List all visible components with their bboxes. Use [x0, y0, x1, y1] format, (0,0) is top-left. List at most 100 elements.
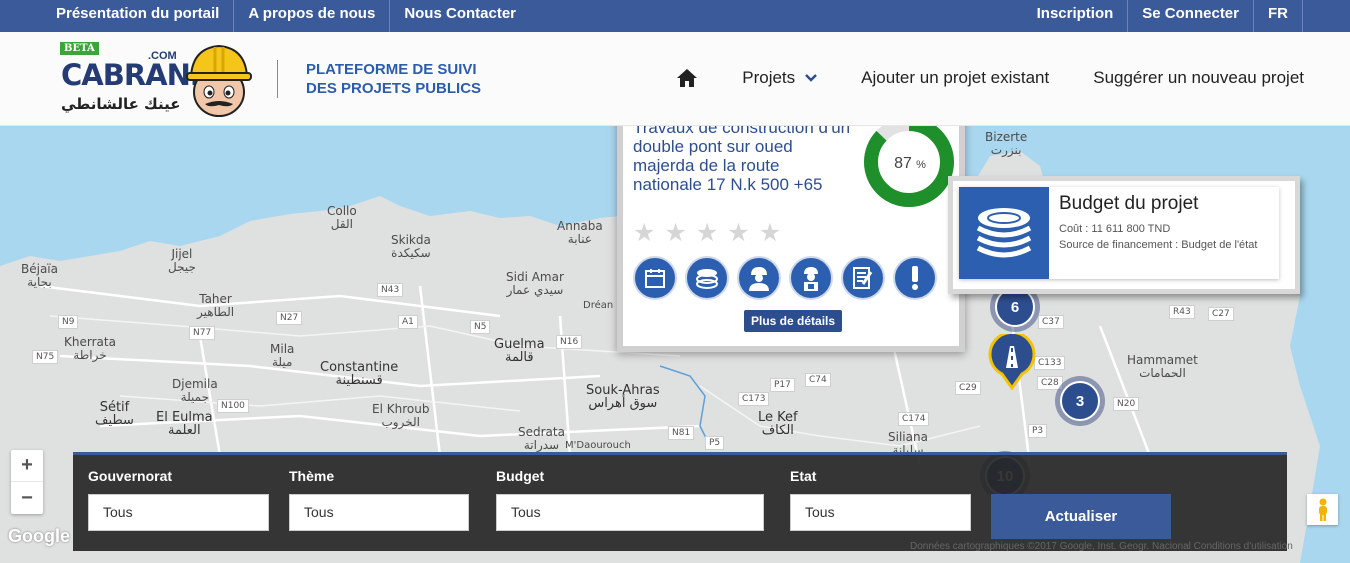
road-label: C174: [898, 412, 930, 426]
map-label-mila: Mila ميلة: [270, 342, 295, 369]
project-title[interactable]: Travaux de construction d'un double pont…: [633, 126, 853, 194]
header-divider: [277, 60, 278, 98]
road-label: P3: [1028, 424, 1048, 438]
link-about[interactable]: A propos de nous: [234, 0, 391, 32]
link-contact[interactable]: Nous Contacter: [390, 0, 530, 32]
map-label-elkhroub: El Khroub الخروب: [372, 402, 430, 429]
star-icon[interactable]: ★: [664, 218, 686, 248]
road-label: C133: [1034, 356, 1066, 370]
nav-add-project[interactable]: Ajouter un projet existant: [861, 68, 1049, 88]
map-label-djemila: Djemila جميلة: [172, 377, 218, 404]
progress-unit: %: [916, 159, 926, 171]
map-credits[interactable]: Données cartographiques ©2017 Google, In…: [910, 541, 1293, 552]
map-label-bizerte: Bizerte بنزرت: [985, 130, 1028, 157]
road-label: N16: [556, 335, 583, 349]
road-label: C37: [1038, 315, 1064, 329]
label-gouvernorat: Gouvernorat: [88, 468, 173, 484]
top-bar: Présentation du portail A propos de nous…: [0, 0, 1350, 32]
chevron-down-icon: [805, 74, 818, 82]
cluster-count: 3: [1060, 381, 1100, 421]
map-label-taher: Taher الطاهير: [197, 292, 235, 319]
google-logo: Google: [8, 526, 70, 546]
select-gouvernorat[interactable]: Tous: [88, 494, 269, 531]
engineer-icon[interactable]: [737, 256, 781, 300]
map-label-eleulma: El Eulma العلمة: [156, 410, 213, 438]
map-label-skikda: Skikda سكيكدة: [391, 233, 431, 260]
road-label: N9: [58, 315, 79, 329]
nav-suggest-project[interactable]: Suggérer un nouveau projet: [1093, 68, 1304, 88]
star-icon[interactable]: ★: [696, 218, 718, 248]
project-popup: Travaux de construction d'un double pont…: [617, 126, 965, 352]
map-label-bejaia: Béjaïa بجاية: [21, 262, 58, 289]
road-label: C27: [1208, 307, 1234, 321]
road-label: N27: [276, 311, 303, 325]
map-cluster[interactable]: 3: [1055, 376, 1105, 426]
coins-icon[interactable]: [685, 256, 729, 300]
star-icon[interactable]: ★: [633, 218, 655, 248]
coins-icon: [959, 187, 1049, 279]
report-icon[interactable]: [841, 256, 885, 300]
map-label-lekef: Le Kef الكاف: [758, 410, 798, 438]
road-label: N77: [189, 326, 216, 340]
map-label-hammamet: Hammamet الحمامات: [1127, 353, 1198, 380]
budget-title: Budget du projet: [1059, 193, 1199, 214]
road-label: N5: [470, 320, 491, 334]
filter-bar: Gouvernorat Tous Thème Tous Budget Tous …: [73, 452, 1287, 551]
link-login[interactable]: Se Connecter: [1128, 0, 1254, 32]
select-theme[interactable]: Tous: [289, 494, 469, 531]
budget-card: Budget du projet Coût : 11 611 800 TND S…: [948, 176, 1300, 294]
road-label: R43: [1169, 305, 1195, 319]
site-header: BETA .COM CABRANE عينك عالشانطي PLATEFOR…: [0, 32, 1350, 126]
road-label: P17: [770, 378, 795, 392]
language-switch[interactable]: FR: [1254, 0, 1303, 32]
refresh-button[interactable]: Actualiser: [991, 494, 1171, 539]
budget-source: Source de financement : Budget de l'état: [1059, 239, 1258, 251]
road-label: N43: [377, 283, 404, 297]
zoom-controls: + −: [11, 450, 43, 514]
road-marker-icon[interactable]: [988, 334, 1036, 390]
label-etat: Etat: [790, 468, 817, 484]
map-label-guelma: Guelma قالمة: [494, 337, 545, 365]
worker-icon[interactable]: [789, 256, 833, 300]
road-label: P5: [705, 436, 725, 450]
road-label: N75: [32, 350, 59, 364]
logo-arabic: عينك عالشانطي: [61, 95, 181, 113]
top-nav-right: Inscription Se Connecter FR: [1023, 0, 1303, 32]
home-icon[interactable]: [676, 68, 698, 88]
alert-icon[interactable]: [893, 256, 937, 300]
calendar-icon[interactable]: [633, 256, 677, 300]
map-label-sougahras: Souk-Ahras سوق أهراس: [586, 383, 660, 411]
star-icon[interactable]: ★: [727, 218, 749, 248]
map-label-mdaourouch: M'Daourouch: [565, 440, 631, 451]
budget-card-inner: Budget du projet Coût : 11 611 800 TND S…: [959, 187, 1279, 279]
link-signup[interactable]: Inscription: [1023, 0, 1129, 32]
pegman-icon[interactable]: [1307, 494, 1338, 525]
road-label: N100: [217, 399, 249, 413]
link-presentation[interactable]: Présentation du portail: [42, 0, 235, 32]
beta-badge: BETA: [60, 42, 99, 55]
map-label-jijel: Jijel جيجل: [168, 247, 196, 274]
budget-cost: Coût : 11 611 800 TND: [1059, 223, 1171, 235]
road-label: N81: [668, 426, 695, 440]
tagline-line-2: DES PROJETS PUBLICS: [306, 80, 482, 97]
nav-projets[interactable]: Projets: [742, 68, 818, 88]
tagline-line-1: PLATEFORME DE SUIVI: [306, 61, 477, 78]
road-label: A1: [398, 315, 418, 329]
more-details-button[interactable]: Plus de détails: [744, 310, 843, 332]
star-icon[interactable]: ★: [759, 218, 781, 248]
site-logo[interactable]: BETA .COM CABRANE عينك عالشانطي: [58, 40, 258, 120]
select-etat[interactable]: Tous: [790, 494, 971, 531]
project-action-icons: [633, 256, 937, 300]
select-budget[interactable]: Tous: [496, 494, 764, 531]
map-label-collo: Collo القل: [327, 204, 357, 231]
label-budget: Budget: [496, 468, 545, 484]
budget-details: Coût : 11 611 800 TND Source de financem…: [1059, 221, 1274, 253]
nav-projets-label: Projets: [742, 68, 796, 87]
map-label-drean: Dréan: [583, 300, 614, 311]
zoom-in-button[interactable]: +: [11, 450, 43, 482]
rating-stars[interactable]: ★ ★ ★ ★ ★: [633, 218, 781, 248]
label-theme: Thème: [289, 468, 335, 484]
map-label-annaba: Annaba عنابة: [557, 219, 603, 246]
zoom-out-button[interactable]: −: [11, 482, 43, 514]
road-label: C74: [805, 373, 831, 387]
